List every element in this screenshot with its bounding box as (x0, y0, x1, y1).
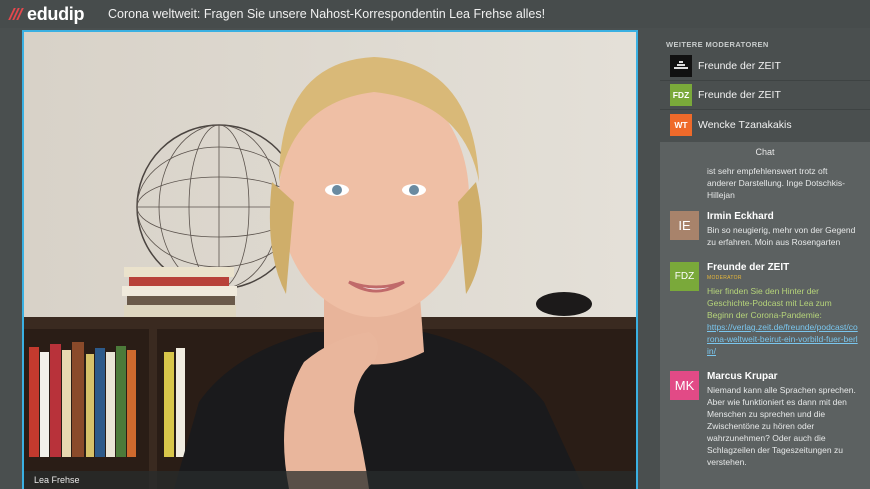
zeit-logo-icon (674, 61, 688, 69)
speaker-video[interactable]: Lea Frehse (22, 30, 638, 489)
logo-text: edudip (27, 3, 85, 24)
moderator-item[interactable]: WT Wencke Tzanakakis (660, 110, 870, 139)
message-text: Bin so neugierig, mehr von der Gegend zu… (707, 225, 856, 247)
avatar: FDZ (670, 84, 692, 106)
chat-title: Chat (755, 147, 775, 157)
message-text: Niemand kann alle Sprachen sprechen. Abe… (707, 385, 856, 467)
avatar: IE (670, 211, 699, 240)
moderator-name: Freunde der ZEIT (698, 60, 781, 72)
edudip-logo[interactable]: edudip (8, 3, 90, 25)
event-title: Corona weltweit: Fragen Sie unsere Nahos… (108, 7, 546, 21)
moderator-item[interactable]: Freunde der ZEIT (660, 52, 870, 81)
message-author: Irmin Eckhard (707, 211, 774, 222)
moderator-name: Freunde der ZEIT (698, 89, 781, 101)
message-author: Marcus Krupar (707, 371, 778, 382)
chat-message-partial: ist sehr empfehlenswert trotz oft andere… (707, 166, 845, 200)
chat-messages[interactable]: ist sehr empfehlenswert trotz oft andere… (660, 162, 870, 489)
message-author: Freunde der ZEIT (707, 262, 790, 273)
logo-stripes-icon (8, 8, 24, 20)
top-bar: edudip Corona weltweit: Fragen Sie unser… (0, 0, 870, 28)
podcast-link[interactable]: https://verlag.zeit.de/freunde/podcast/c… (707, 321, 859, 357)
message-text: Hier finden Sie den Hinter der Geschicht… (707, 286, 832, 320)
side-panel: WEITERE MODERATOREN Freunde der ZEIT FDZ… (660, 30, 870, 489)
avatar: MK (670, 371, 699, 400)
video-image (24, 32, 636, 489)
chat-message: FDZ Freunde der ZEIT MODERATOR Hier find… (670, 262, 865, 357)
speaker-name: Lea Frehse (34, 475, 80, 485)
avatar (670, 55, 692, 77)
chat-panel[interactable]: Chat ist sehr empfehlenswert trotz oft a… (660, 142, 870, 489)
avatar: FDZ (670, 262, 699, 291)
moderator-name: Wencke Tzanakakis (698, 118, 792, 131)
avatar: WT (670, 113, 692, 136)
chat-message: IE Irmin Eckhard Bin so neugierig, mehr … (670, 211, 865, 248)
moderators-heading: WEITERE MODERATOREN (666, 40, 769, 49)
moderator-item[interactable]: FDZ Freunde der ZEIT (660, 81, 870, 110)
chat-message: MK Marcus Krupar Niemand kann alle Sprac… (670, 371, 865, 468)
moderator-badge: MODERATOR (707, 275, 742, 281)
speaker-name-bar: Lea Frehse (24, 471, 636, 489)
